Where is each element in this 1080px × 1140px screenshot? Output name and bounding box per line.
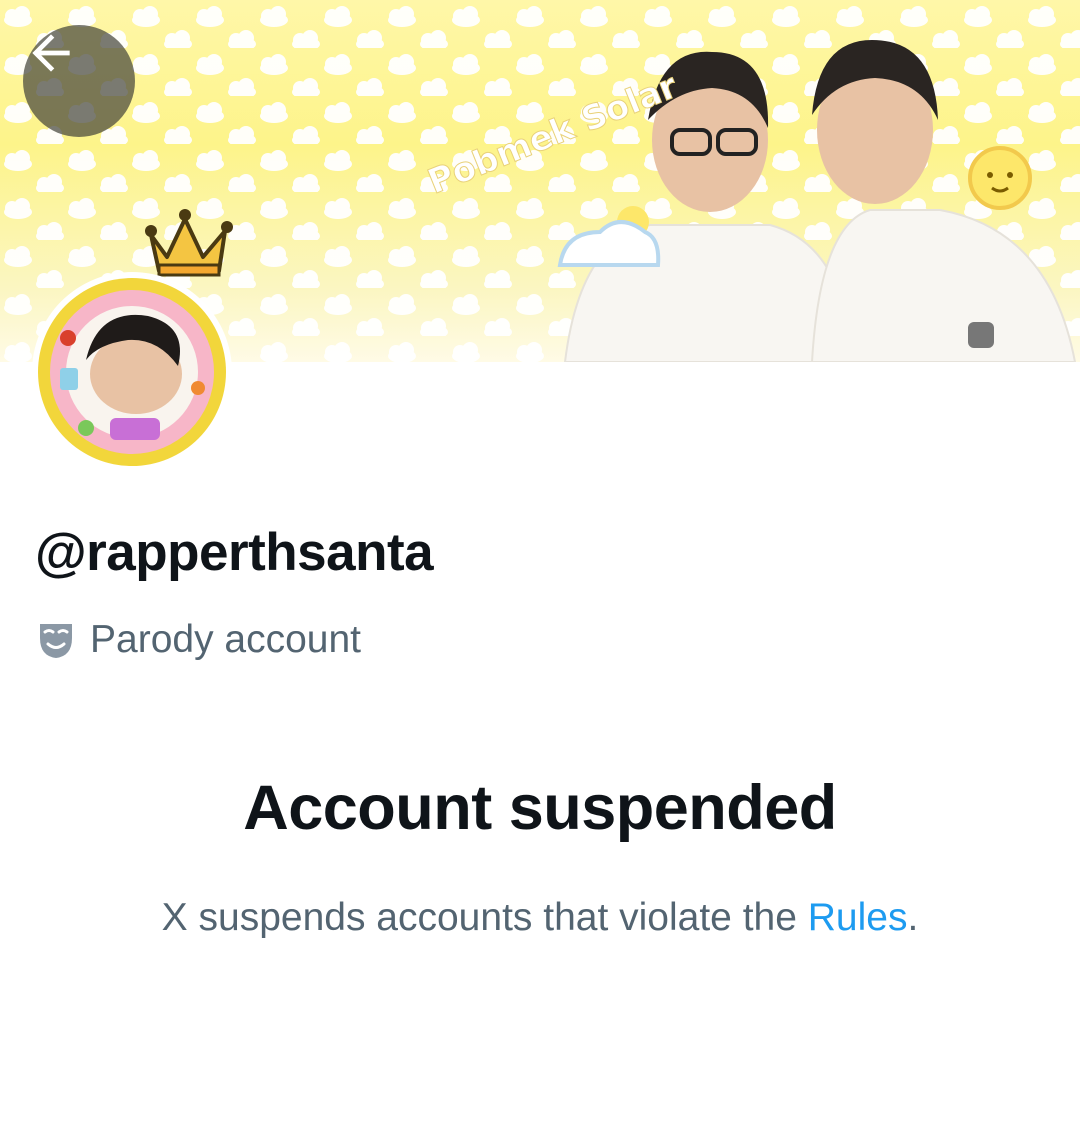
banner-sun-sticker <box>968 146 1032 210</box>
rules-link[interactable]: Rules <box>808 896 908 939</box>
suspended-title: Account suspended <box>243 773 837 843</box>
parody-mask-icon <box>40 624 72 658</box>
profile-handle: @rapperthsanta <box>35 523 434 582</box>
suspended-message-text: X suspends accounts that violate the <box>161 896 808 939</box>
back-button[interactable] <box>23 25 135 137</box>
avatar[interactable] <box>32 272 232 472</box>
parody-label-text: Parody account <box>90 618 362 661</box>
arrow-left-icon <box>32 34 70 72</box>
suspended-message: X suspends accounts that violate the Rul… <box>0 896 1080 940</box>
parody-label: Parody account <box>38 618 361 662</box>
crown-sticker <box>145 209 233 277</box>
suspended-message-period: . <box>907 896 919 939</box>
avatar-image <box>38 278 226 466</box>
